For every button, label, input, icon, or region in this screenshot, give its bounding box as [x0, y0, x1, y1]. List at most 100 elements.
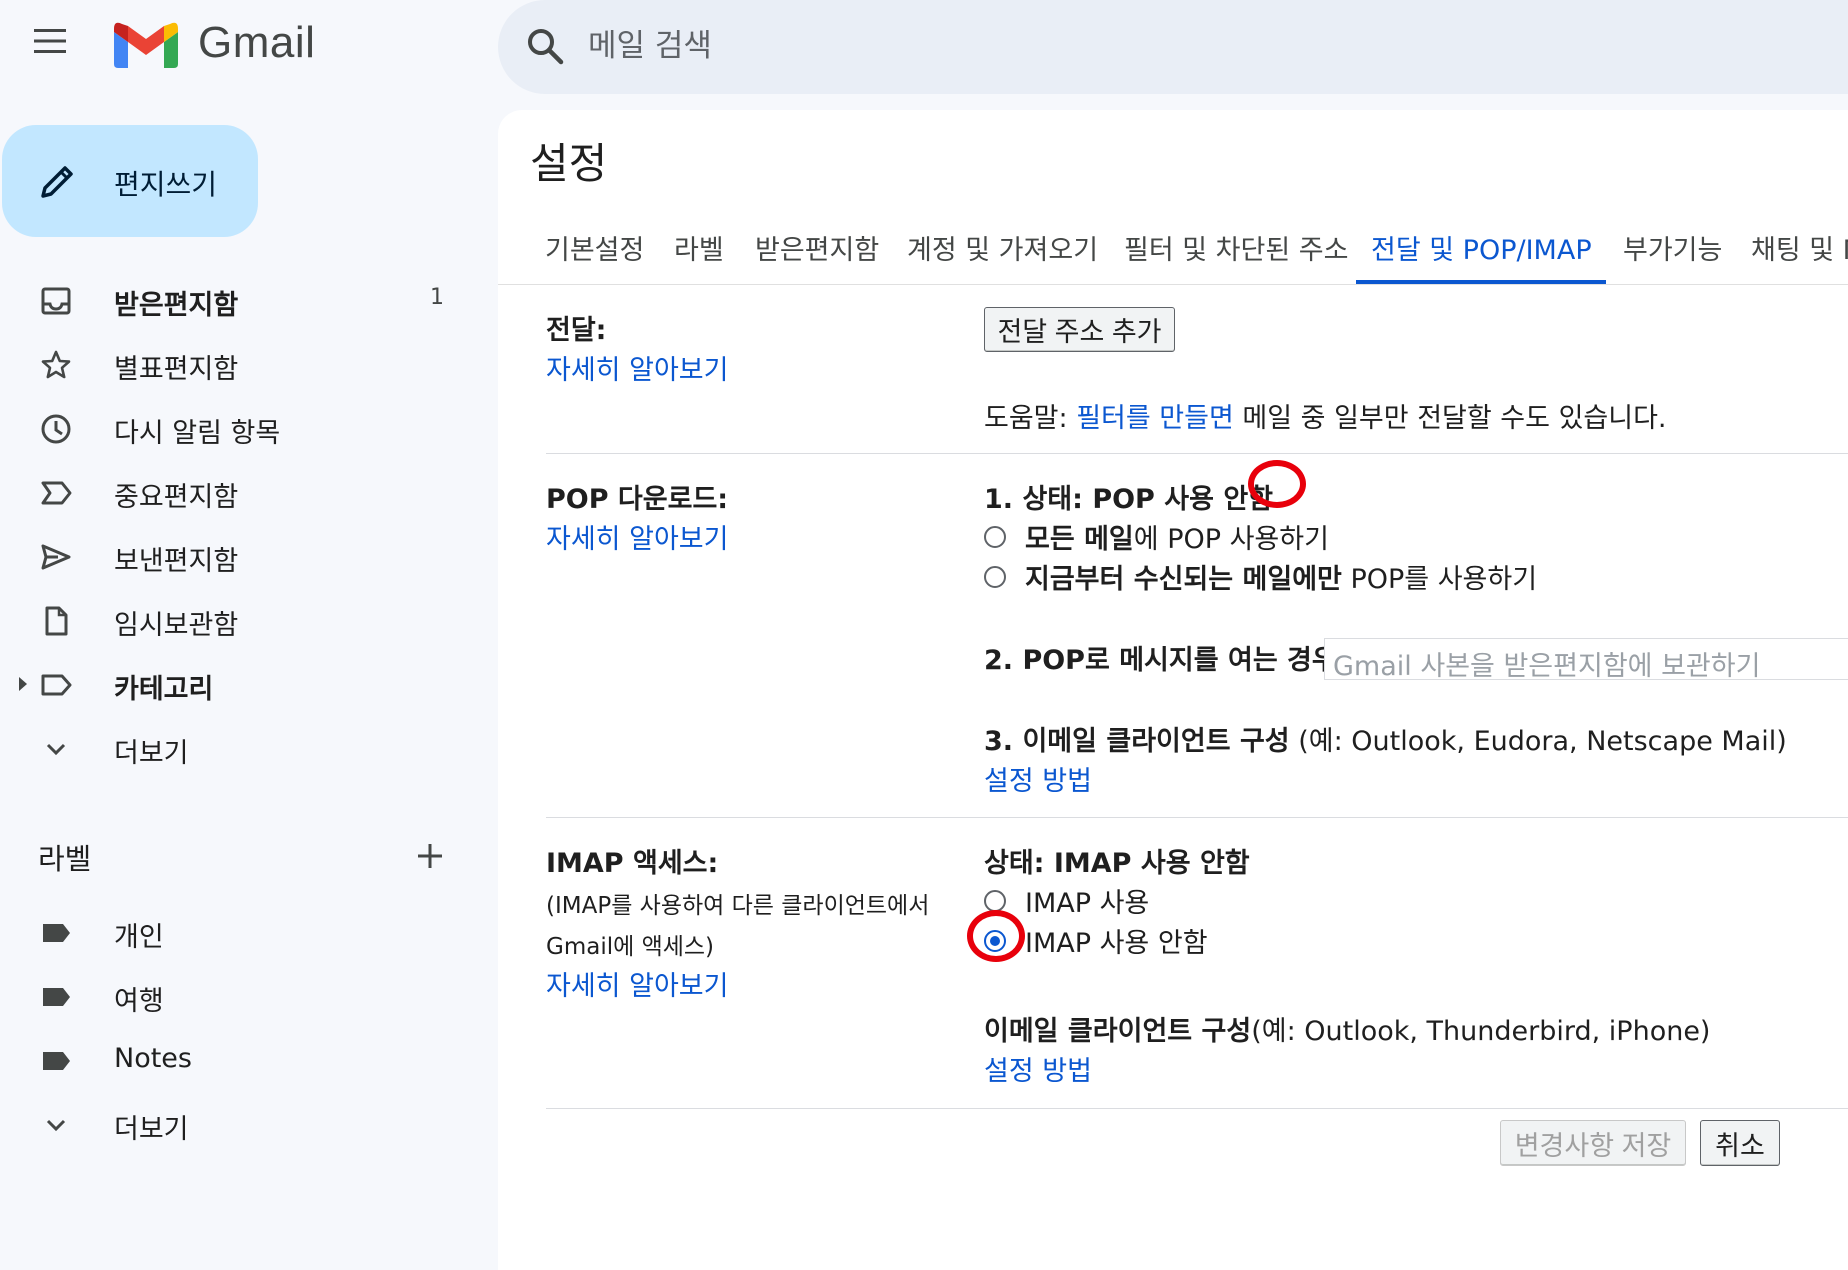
- sidebar-item-label: 별표편지함: [114, 354, 239, 385]
- step3-bold-text: 3. 이메일 클라이언트 구성: [984, 726, 1290, 757]
- gmail-logo-icon[interactable]: [114, 22, 178, 68]
- imap-enable-radio[interactable]: [984, 890, 1006, 912]
- add-forwarding-address-button[interactable]: 전달 주소 추가: [984, 307, 1175, 352]
- pop-status: 1. 상태: POP 사용 안함: [984, 484, 1274, 515]
- client-rest-text: (예: Outlook, Thunderbird, iPhone): [1251, 1016, 1711, 1047]
- sidebar-item-inbox[interactable]: 받은편지함 1: [0, 271, 480, 331]
- compose-button[interactable]: 편지쓰기: [2, 125, 258, 237]
- pop-from-now-label[interactable]: 지금부터 수신되는 메일에만 POP를 사용하기: [1025, 557, 1537, 596]
- client-bold-text: 이메일 클라이언트 구성: [984, 1016, 1252, 1047]
- tab-general[interactable]: 기본설정: [545, 228, 644, 267]
- sidebar-item-categories[interactable]: 카테고리: [0, 655, 480, 715]
- sidebar-item-more[interactable]: 더보기: [0, 719, 480, 779]
- forwarding-tip: 도움말: 필터를 만들면 메일 중 일부만 전달할 수도 있습니다.: [984, 396, 1667, 435]
- imap-enable-label[interactable]: IMAP 사용: [1025, 881, 1149, 920]
- tabs-divider: [498, 284, 1848, 285]
- pop-from-now-radio[interactable]: [984, 566, 1006, 588]
- pencil-icon: [38, 161, 78, 201]
- tab-filters-blocked[interactable]: 필터 및 차단된 주소: [1124, 228, 1348, 267]
- sidebar-item-label: 더보기: [114, 1114, 189, 1145]
- labels-heading: 라벨: [38, 842, 92, 876]
- imap-description-line2: Gmail에 액세스): [546, 934, 715, 960]
- sidebar-item-starred[interactable]: 별표편지함: [0, 335, 480, 395]
- important-icon: [40, 477, 72, 509]
- tip-prefix: 도움말:: [984, 403, 1077, 434]
- section-divider: [546, 817, 1848, 818]
- inbox-icon: [40, 285, 72, 317]
- sidebar-item-sent[interactable]: 보낸편지함: [0, 527, 480, 587]
- unread-count: 1: [430, 285, 444, 310]
- imap-client-config: 이메일 클라이언트 구성(예: Outlook, Thunderbird, iP…: [984, 1009, 1710, 1048]
- gmail-logo-text: Gmail: [198, 18, 316, 67]
- pop-learn-more-link[interactable]: 자세히 알아보기: [546, 517, 728, 556]
- save-changes-button[interactable]: 변경사항 저장: [1500, 1120, 1686, 1166]
- send-icon: [40, 541, 72, 573]
- sidebar-item-label: 여행: [114, 986, 164, 1017]
- pop-open-label: 2. POP로 메시지를 여는 경우: [984, 645, 1337, 676]
- pop-all-mail-radio[interactable]: [984, 526, 1006, 548]
- section-divider: [546, 1108, 1848, 1109]
- tab-accounts-import[interactable]: 계정 및 가져오기: [907, 228, 1098, 267]
- create-filter-link[interactable]: 필터를 만들면: [1076, 403, 1234, 434]
- sidebar-item-label: 다시 알림 항목: [114, 418, 281, 449]
- expand-arrow-icon[interactable]: [18, 676, 28, 692]
- imap-disable-radio[interactable]: [984, 930, 1006, 952]
- search-input[interactable]: [586, 22, 1290, 70]
- tab-forwarding-pop-imap[interactable]: 전달 및 POP/IMAP: [1371, 228, 1592, 267]
- sidebar-item-label: 카테고리: [114, 674, 214, 705]
- sidebar-item-label: 보낸편지함: [114, 546, 239, 577]
- chevron-down-icon: [40, 733, 72, 765]
- chevron-down-icon: [40, 1109, 72, 1141]
- tab-labels[interactable]: 라벨: [674, 228, 724, 267]
- step3-rest-text: (예: Outlook, Eudora, Netscape Mail): [1289, 726, 1787, 757]
- page-title: 설정: [530, 139, 608, 188]
- pop-title: POP 다운로드:: [546, 484, 729, 515]
- tab-chat-meet[interactable]: 채팅 및 M: [1751, 228, 1848, 267]
- option-rest-text: 에 POP 사용하기: [1133, 524, 1329, 555]
- sidebar-label-personal[interactable]: 개인: [0, 903, 480, 963]
- draft-icon: [40, 605, 72, 637]
- imap-learn-more-link[interactable]: 자세히 알아보기: [546, 964, 728, 1003]
- pop-action-select[interactable]: Gmail 사본을 받은편지함에 보관하기: [1324, 638, 1848, 682]
- imap-description-line1: (IMAP를 사용하여 다른 클라이언트에서: [546, 893, 930, 919]
- option-rest-text: POP를 사용하기: [1341, 564, 1538, 595]
- sidebar-label-notes[interactable]: Notes: [0, 1031, 480, 1091]
- add-label-icon[interactable]: [414, 840, 446, 872]
- forwarding-title: 전달:: [546, 315, 607, 346]
- star-icon: [40, 349, 72, 381]
- sidebar-item-label: 중요편지함: [114, 482, 239, 513]
- sidebar-item-label: 더보기: [114, 738, 189, 769]
- label-icon: [40, 1045, 72, 1077]
- main-menu-icon[interactable]: [34, 29, 66, 53]
- sidebar-item-label: 개인: [114, 922, 164, 953]
- label-icon: [40, 981, 72, 1013]
- tab-addons[interactable]: 부가기능: [1623, 228, 1722, 267]
- clock-icon: [40, 413, 72, 445]
- pop-action-value: Gmail 사본을 받은편지함에 보관하기: [1333, 651, 1761, 682]
- imap-disable-label[interactable]: IMAP 사용 안함: [1025, 921, 1208, 960]
- option-bold-text: 모든 메일: [1025, 524, 1134, 555]
- sidebar-item-snoozed[interactable]: 다시 알림 항목: [0, 399, 480, 459]
- search-icon[interactable]: [525, 26, 565, 66]
- sidebar-item-important[interactable]: 중요편지함: [0, 463, 480, 523]
- imap-setup-link[interactable]: 설정 방법: [984, 1049, 1092, 1088]
- option-bold-text: 지금부터 수신되는 메일에만: [1025, 564, 1342, 595]
- sidebar-item-drafts[interactable]: 임시보관함: [0, 591, 480, 651]
- sidebar-labels-more[interactable]: 더보기: [0, 1095, 480, 1155]
- sidebar-item-label: Notes: [114, 1043, 192, 1074]
- tab-inbox[interactable]: 받은편지함: [755, 228, 879, 267]
- section-divider: [546, 453, 1848, 454]
- forwarding-learn-more-link[interactable]: 자세히 알아보기: [546, 348, 728, 387]
- pop-setup-link[interactable]: 설정 방법: [984, 759, 1092, 798]
- imap-title: IMAP 액세스:: [546, 848, 719, 879]
- cancel-button[interactable]: 취소: [1700, 1120, 1780, 1166]
- label-outline-icon: [40, 669, 72, 701]
- sidebar-item-label: 받은편지함: [114, 290, 239, 321]
- compose-label: 편지쓰기: [114, 168, 218, 201]
- label-icon: [40, 917, 72, 949]
- pop-client-config: 3. 이메일 클라이언트 구성 (예: Outlook, Eudora, Net…: [984, 719, 1787, 758]
- tip-suffix: 메일 중 일부만 전달할 수도 있습니다.: [1233, 403, 1667, 434]
- pop-all-mail-label[interactable]: 모든 메일에 POP 사용하기: [1025, 517, 1329, 556]
- sidebar-label-travel[interactable]: 여행: [0, 967, 480, 1027]
- sidebar-item-label: 임시보관함: [114, 610, 239, 641]
